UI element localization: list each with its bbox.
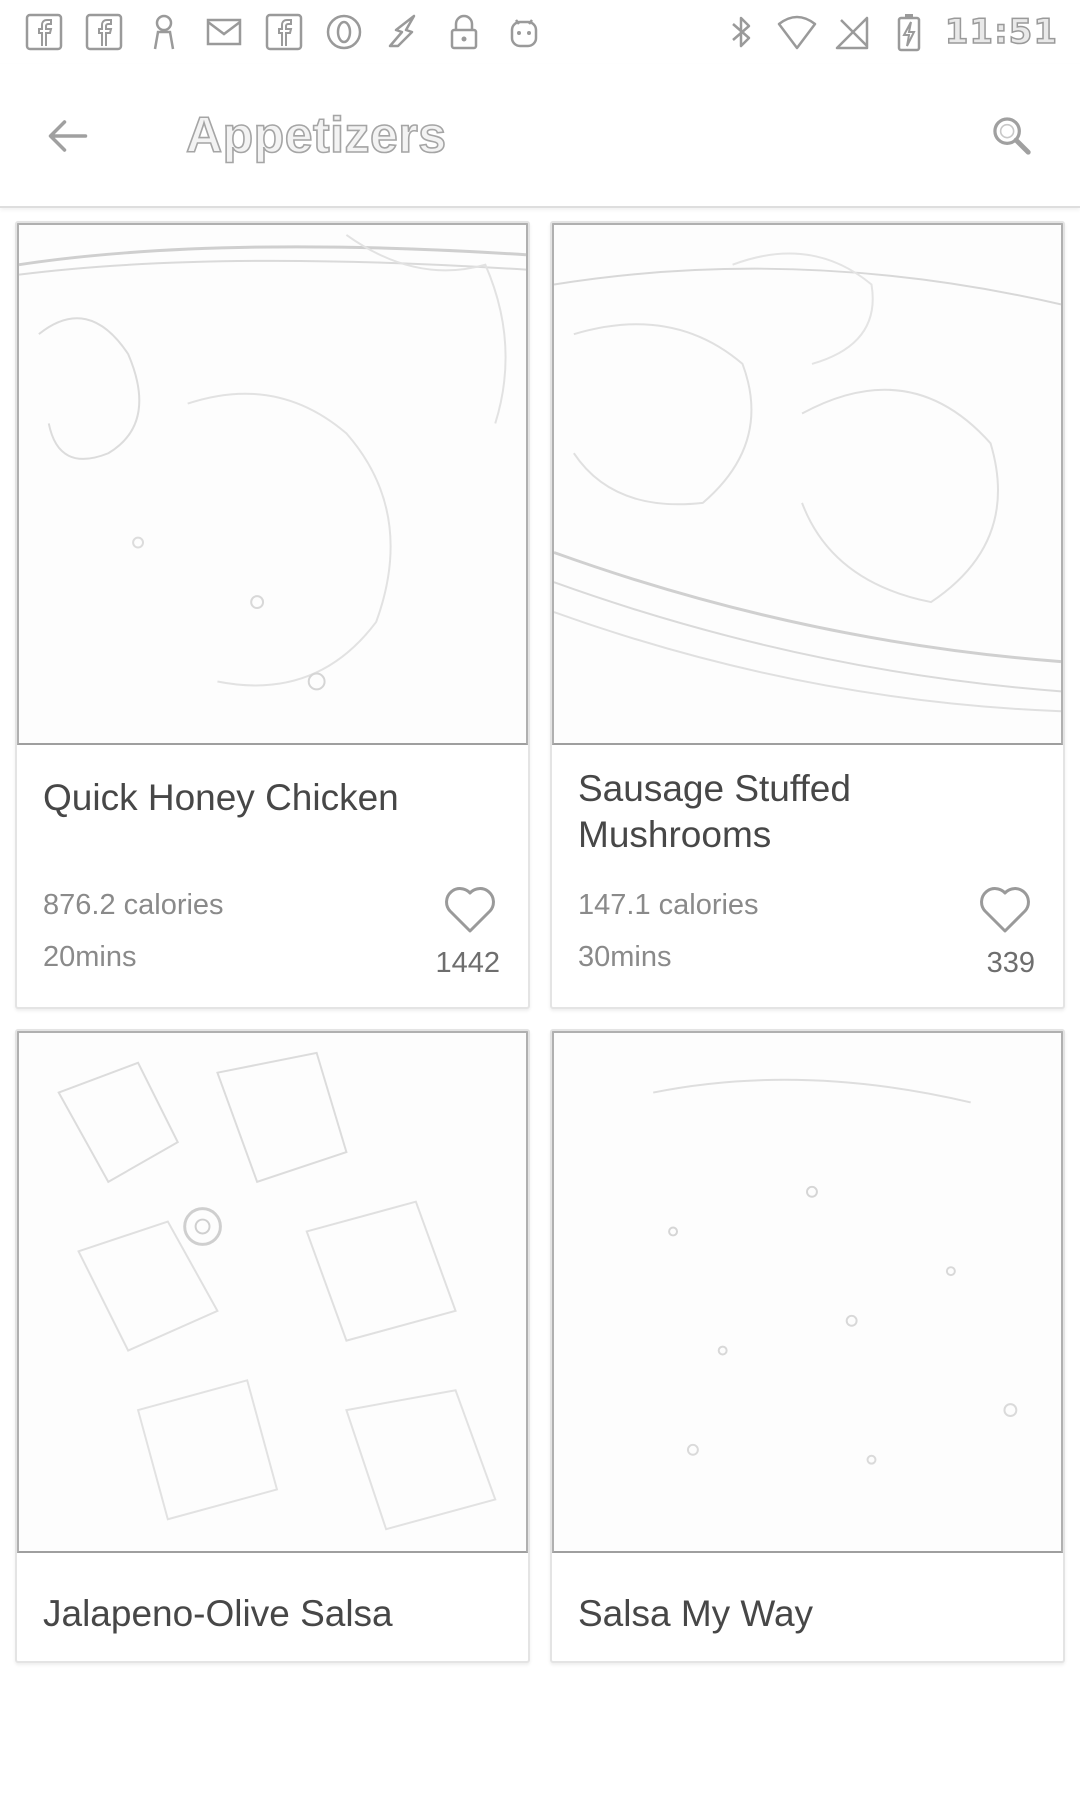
bluetooth-icon [721,12,761,52]
status-bar: 11:51 [0,0,1080,64]
recipe-calories: 147.1 calories [578,889,759,921]
recipe-image [552,223,1063,745]
recipe-card-salsa-my-way[interactable]: Salsa My Way [550,1029,1065,1663]
recipe-card-sausage-stuffed-mushrooms[interactable]: Sausage Stuffed Mushrooms 147.1 calories… [550,221,1065,1009]
system-icons: 11:51 [721,11,1058,53]
email-icon [204,12,244,52]
heart-icon[interactable] [442,883,498,935]
recipe-likes-count: 339 [986,947,1035,979]
wifi-icon [777,12,817,52]
back-button[interactable] [36,104,100,168]
lock-icon [444,12,484,52]
arrow-left-icon [48,120,88,152]
heart-icon[interactable] [977,883,1033,935]
recipe-image [17,1031,528,1553]
app-toolbar: Appetizers [0,64,1080,208]
recipe-title: Sausage Stuffed Mushrooms [578,768,851,855]
recipe-time: 30mins [578,941,672,973]
clock: 11:51 [944,11,1058,53]
recipe-image [17,223,528,745]
recipe-title: Jalapeno-Olive Salsa [43,1593,393,1634]
recipe-title: Quick Honey Chicken [43,777,399,818]
android-icon [504,12,544,52]
notification-icons [24,12,544,52]
recipe-time: 20mins [43,941,137,973]
fast-notification-icon [384,12,424,52]
search-icon [993,117,1031,155]
recipe-card-quick-honey-chicken[interactable]: Quick Honey Chicken 876.2 calories 20min… [15,221,530,1009]
recipe-card-jalapeno-olive-salsa[interactable]: Jalapeno-Olive Salsa [15,1029,530,1663]
recipe-calories: 876.2 calories [43,889,224,921]
facebook-icon [24,12,64,52]
opera-icon [324,12,364,52]
search-button[interactable] [980,104,1044,168]
recipe-title: Salsa My Way [578,1593,814,1634]
recipe-likes-count: 1442 [435,947,500,979]
page-title: Appetizers [185,106,447,164]
battery-charging-icon [889,12,929,52]
person-icon [144,12,184,52]
facebook-icon [264,12,304,52]
facebook-icon [84,12,124,52]
no-sim-icon [833,12,873,52]
recipe-image [552,1031,1063,1553]
